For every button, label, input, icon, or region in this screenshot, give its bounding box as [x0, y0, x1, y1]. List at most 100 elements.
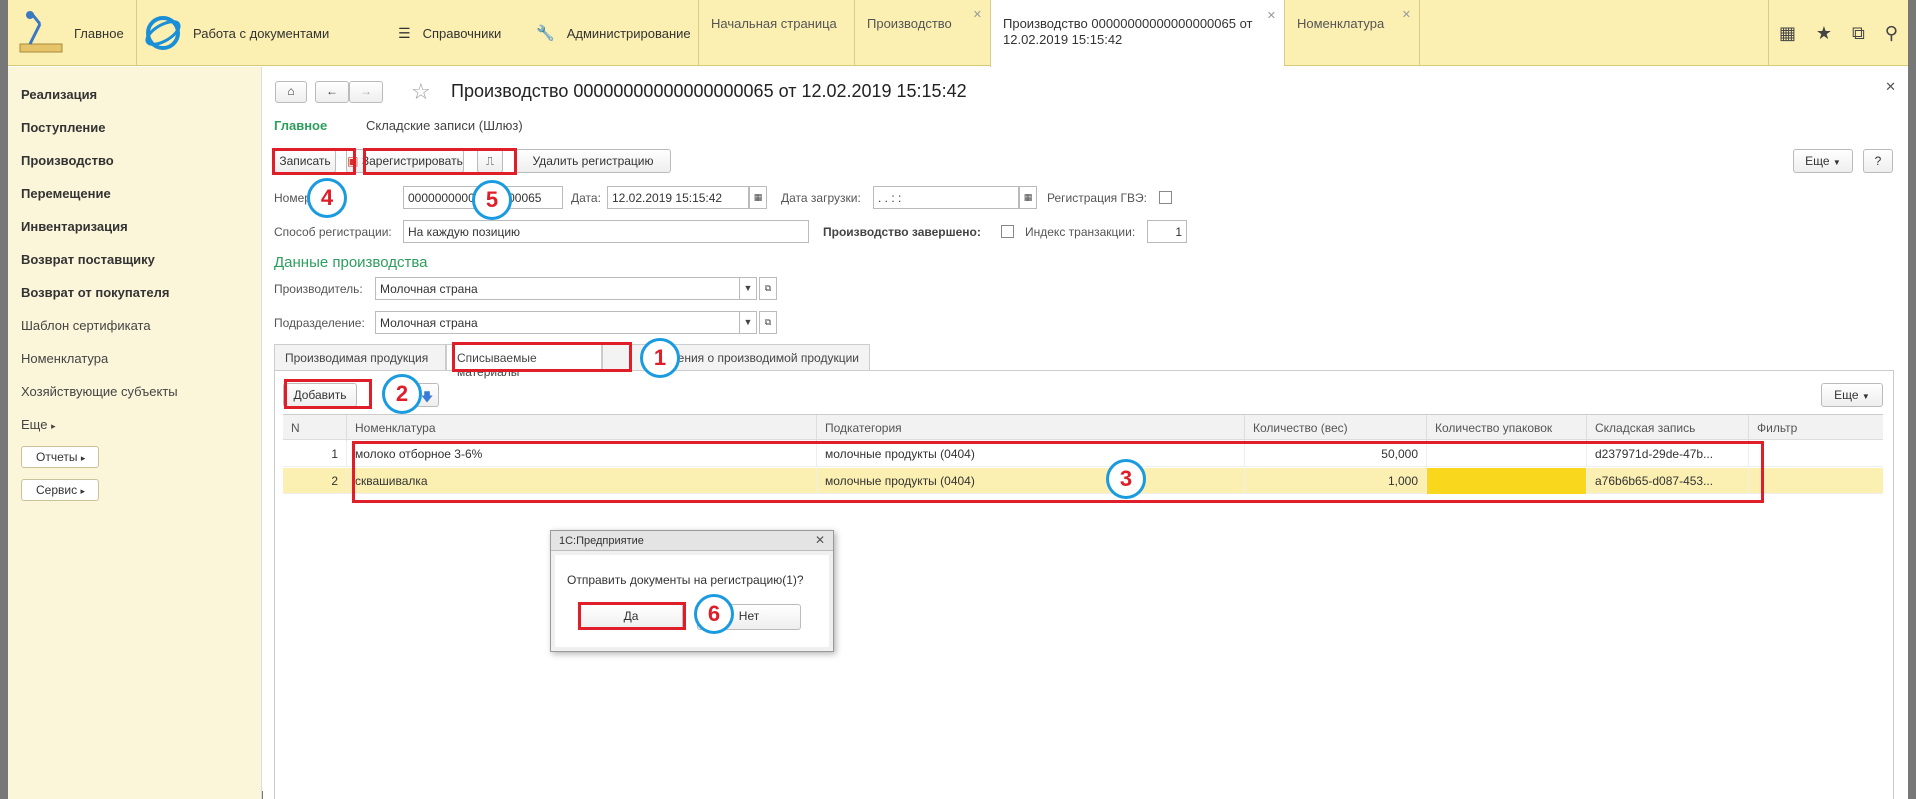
close-icon[interactable]: ✕	[1885, 79, 1896, 95]
close-icon[interactable]: ✕	[815, 533, 825, 547]
form-nav-records[interactable]: Складские записи (Шлюз)	[366, 118, 523, 133]
caret-right-icon: ▸	[80, 486, 85, 496]
help-button[interactable]: ?	[1863, 149, 1893, 173]
list-icon: ☰	[398, 24, 411, 41]
star-icon[interactable]: ★	[1816, 23, 1832, 44]
caret-down-icon: ▼	[1832, 158, 1841, 167]
producer-label: Производитель:	[274, 282, 363, 296]
docs-section-label: Работа с документами	[193, 25, 330, 41]
cell-n: 1	[283, 441, 347, 467]
sidebar-item-certificate-template[interactable]: Шаблон сертификата	[21, 318, 151, 333]
chevron-down-icon[interactable]: ▼	[739, 311, 757, 334]
transaction-index-label: Индекс транзакции:	[1025, 225, 1136, 239]
annotation-box-register	[363, 148, 517, 175]
production-section-title: Данные производства	[274, 254, 428, 271]
tab-production-doc[interactable]: Производство 00000000000000000065 от 12.…	[990, 0, 1284, 67]
top-icons: ▦ ★ ⧉ ⚲	[1768, 0, 1908, 66]
column-header[interactable]: Складская запись	[1587, 415, 1749, 441]
reg-method-field[interactable]: На каждую позицию	[403, 220, 809, 243]
sidebar-item-return-customer[interactable]: Возврат от покупателя	[21, 285, 169, 300]
admin-section-button[interactable]: 🔧 Администрирование	[536, 0, 691, 66]
annotation-marker-4: 4	[307, 178, 347, 218]
dialog-body	[551, 551, 833, 651]
annotation-marker-2: 2	[382, 374, 422, 414]
load-date-field[interactable]: . . : :	[873, 186, 1019, 209]
calendar-icon[interactable]: ▦	[1019, 186, 1037, 209]
sidebar-item-nomenclature[interactable]: Номенклатура	[21, 351, 108, 366]
more-label: Еще	[1805, 154, 1830, 168]
refs-section-button[interactable]: ☰ Справочники	[398, 0, 501, 66]
close-icon[interactable]: ✕	[1402, 8, 1411, 21]
division-field[interactable]: Молочная страна	[375, 311, 755, 334]
sidebar-item-inventory[interactable]: Инвентаризация	[21, 219, 128, 234]
cell-filter	[1749, 441, 1883, 467]
caret-right-icon: ▸	[80, 453, 86, 463]
tab-produced-products[interactable]: Производимая продукция	[274, 344, 446, 370]
column-header[interactable]: N	[283, 415, 347, 441]
service-label: Сервис	[36, 483, 78, 497]
globe-icon	[145, 16, 181, 50]
arrow-right-icon: →	[360, 84, 372, 98]
annotation-box-save	[272, 148, 356, 175]
sidebar-item-return-supplier[interactable]: Возврат поставщику	[21, 252, 155, 267]
column-header[interactable]: Подкатегория	[817, 415, 1245, 441]
wrench-icon: 🔧	[536, 25, 555, 42]
search-icon[interactable]: ⚲	[1885, 23, 1898, 44]
grid-icon[interactable]: ▦	[1779, 23, 1796, 44]
producer-field[interactable]: Молочная страна	[375, 277, 755, 300]
gvz-label: Регистрация ГВЭ:	[1047, 191, 1147, 205]
date-field[interactable]: 12.02.2019 15:15:42	[607, 186, 749, 209]
sidebar: Реализация Поступление Производство Пере…	[8, 67, 262, 799]
arrow-left-icon: ←	[326, 84, 338, 98]
main-section-label: Главное	[74, 25, 124, 41]
table-more-button[interactable]: Еще ▼	[1821, 383, 1883, 407]
caret-down-icon: ▼	[1861, 392, 1870, 401]
home-icon: ⌂	[287, 84, 295, 98]
close-icon[interactable]: ✕	[973, 8, 982, 21]
sidebar-item-entities[interactable]: Хозяйствующие субъекты	[21, 384, 178, 399]
tab-home-page[interactable]: Начальная страница	[698, 0, 854, 66]
gvz-checkbox[interactable]	[1159, 191, 1172, 204]
reports-button[interactable]: Отчеты ▸	[21, 446, 99, 468]
delete-registration-button[interactable]: Удалить регистрацию	[515, 149, 671, 173]
sidebar-item-sales[interactable]: Реализация	[21, 87, 97, 102]
transaction-index-field[interactable]: 1	[1147, 220, 1187, 243]
tab-production[interactable]: Производство ✕	[854, 0, 990, 66]
annotation-marker-6: 6	[694, 594, 734, 634]
page-title: Производство 00000000000000000065 от 12.…	[451, 81, 967, 101]
cell-filter	[1749, 468, 1883, 494]
close-icon[interactable]: ✕	[1267, 8, 1276, 24]
main-section-button[interactable]: Главное	[16, 0, 126, 66]
column-header[interactable]: Количество (вес)	[1245, 415, 1427, 441]
forward-button[interactable]: →	[349, 81, 383, 103]
date-label: Дата:	[571, 191, 601, 205]
column-header[interactable]: Номенклатура	[347, 415, 817, 441]
service-button[interactable]: Сервис ▸	[21, 479, 99, 501]
sidebar-item-receipt[interactable]: Поступление	[21, 120, 106, 135]
reports-label: Отчеты	[36, 450, 78, 464]
tab-nomenclature[interactable]: Номенклатура ✕	[1284, 0, 1420, 66]
annotation-box-add	[284, 379, 372, 409]
cell-n: 2	[283, 468, 347, 494]
column-header[interactable]: Количество упаковок	[1427, 415, 1587, 441]
sidebar-item-more[interactable]: Еще ▸	[21, 417, 56, 432]
form-nav-main[interactable]: Главное	[274, 118, 327, 133]
more-label: Еще	[21, 417, 48, 432]
home-button[interactable]: ⌂	[275, 81, 307, 103]
done-checkbox[interactable]	[1001, 225, 1014, 238]
back-button[interactable]: ←	[315, 81, 349, 103]
favorite-star-icon[interactable]: ☆	[411, 79, 431, 105]
more-button[interactable]: Еще ▼	[1793, 149, 1853, 173]
history-icon[interactable]: ⧉	[1852, 23, 1865, 44]
more-label: Еще	[1834, 388, 1859, 402]
open-icon[interactable]: ⧉	[759, 311, 777, 334]
sidebar-item-transfer[interactable]: Перемещение	[21, 186, 111, 201]
tab-label: Начальная страница	[711, 16, 837, 31]
chevron-down-icon[interactable]: ▼	[739, 277, 757, 300]
column-header[interactable]: Фильтр	[1749, 415, 1883, 441]
calendar-icon[interactable]: ▦	[749, 186, 767, 209]
open-icon[interactable]: ⧉	[759, 277, 777, 300]
tab-label: Производство 00000000000000000065 от 12.…	[1003, 16, 1253, 47]
docs-section-button[interactable]: Работа с документами	[143, 0, 329, 66]
sidebar-item-production[interactable]: Производство	[21, 153, 114, 168]
